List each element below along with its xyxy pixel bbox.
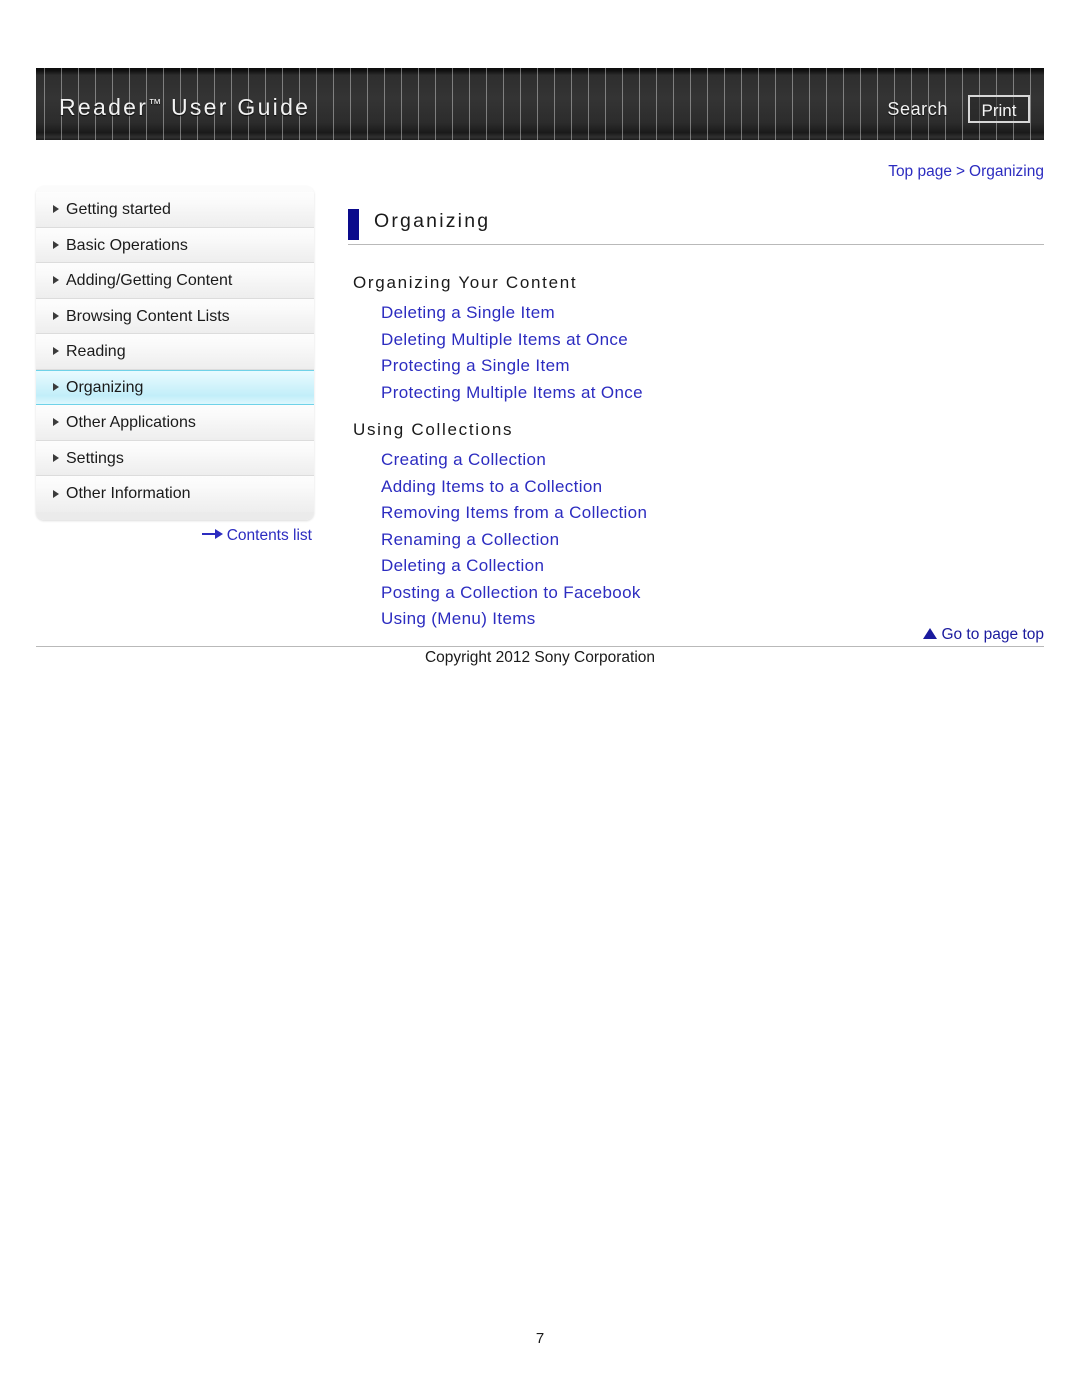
search-link[interactable]: Search (887, 99, 948, 120)
main-content: Organizing Organizing Your Content Delet… (348, 206, 1044, 633)
link-deleting-multiple-items-at-once[interactable]: Deleting Multiple Items at Once (381, 327, 1044, 354)
sidebar-item-settings[interactable]: Settings (36, 440, 314, 476)
footer-divider (36, 646, 1044, 647)
link-removing-items-from-a-collection[interactable]: Removing Items from a Collection (381, 500, 1044, 527)
sidebar-item-browsing-content-lists[interactable]: Browsing Content Lists (36, 298, 314, 334)
link-list-organizing-your-content: Deleting a Single Item Deleting Multiple… (348, 300, 1044, 406)
triangle-right-icon (53, 276, 59, 285)
sidebar-item-label: Other Applications (66, 414, 196, 431)
sidebar-item-label: Browsing Content Lists (66, 307, 230, 325)
sidebar-item-label: Getting started (66, 201, 171, 218)
link-protecting-a-single-item[interactable]: Protecting a Single Item (381, 353, 1044, 380)
sidebar-item-label: Adding/Getting Content (66, 272, 233, 289)
sidebar-item-other-information[interactable]: Other Information (36, 476, 314, 512)
sidebar-item-label: Reading (66, 343, 126, 360)
contents-list-label: Contents list (226, 527, 312, 544)
breadcrumb-separator: > (955, 163, 966, 180)
trademark-icon: ™ (148, 96, 163, 111)
breadcrumb-top-page[interactable]: Top page (888, 163, 952, 180)
triangle-right-icon (53, 205, 59, 214)
sidebar-item-basic-operations[interactable]: Basic Operations (36, 227, 314, 263)
sidebar-nav: Getting started Basic Operations Adding/… (36, 186, 314, 520)
breadcrumb: Top page > Organizing (888, 163, 1044, 181)
page-title-accent-bar (348, 209, 359, 240)
contents-list-link[interactable]: Contents list (36, 527, 314, 545)
section-heading-organizing-your-content: Organizing Your Content (353, 273, 578, 292)
page-title-row: Organizing (348, 206, 1044, 245)
sidebar-item-label: Settings (66, 449, 124, 467)
sidebar-item-other-applications[interactable]: Other Applications (36, 405, 314, 441)
triangle-right-icon (53, 240, 59, 249)
sidebar-item-label: Other Information (66, 485, 191, 502)
link-deleting-a-single-item[interactable]: Deleting a Single Item (381, 300, 1044, 327)
triangle-right-icon (53, 489, 59, 498)
app-title-main: Reader (59, 94, 149, 120)
triangle-right-icon (53, 453, 59, 462)
sidebar-item-label: Organizing (66, 378, 144, 396)
sidebar-item-adding-getting-content[interactable]: Adding/Getting Content (36, 263, 314, 299)
breadcrumb-current[interactable]: Organizing (969, 163, 1044, 180)
triangle-right-icon (53, 347, 59, 356)
link-deleting-a-collection[interactable]: Deleting a Collection (381, 553, 1044, 580)
link-creating-a-collection[interactable]: Creating a Collection (381, 447, 1044, 474)
link-list-using-collections: Creating a Collection Adding Items to a … (348, 447, 1044, 633)
go-to-page-top-label: Go to page top (941, 626, 1044, 643)
section-heading-using-collections: Using Collections (353, 420, 514, 439)
app-title: Reader™ User Guide (59, 94, 310, 121)
triangle-up-icon (923, 628, 938, 639)
sidebar-item-reading[interactable]: Reading (36, 334, 314, 370)
triangle-right-icon (53, 418, 59, 427)
page-number: 7 (535, 1330, 545, 1347)
go-to-page-top-link[interactable]: Go to page top (923, 626, 1044, 644)
header-banner: Reader™ User Guide Search Print (36, 68, 1044, 140)
link-renaming-a-collection[interactable]: Renaming a Collection (381, 527, 1044, 554)
link-posting-a-collection-to-facebook[interactable]: Posting a Collection to Facebook (381, 580, 1044, 607)
copyright-text: Copyright 2012 Sony Corporation (424, 649, 656, 666)
sidebar-item-label: Basic Operations (66, 236, 188, 254)
link-adding-items-to-a-collection[interactable]: Adding Items to a Collection (381, 474, 1044, 501)
link-protecting-multiple-items-at-once[interactable]: Protecting Multiple Items at Once (381, 380, 1044, 407)
page-title: Organizing (374, 210, 491, 232)
sidebar-item-organizing[interactable]: Organizing (36, 369, 314, 405)
print-button[interactable]: Print (968, 95, 1030, 123)
triangle-right-icon (53, 383, 59, 392)
arrow-right-icon (201, 529, 224, 539)
sidebar-item-getting-started[interactable]: Getting started (36, 192, 314, 228)
app-title-rest: User Guide (162, 94, 311, 120)
triangle-right-icon (53, 311, 59, 320)
